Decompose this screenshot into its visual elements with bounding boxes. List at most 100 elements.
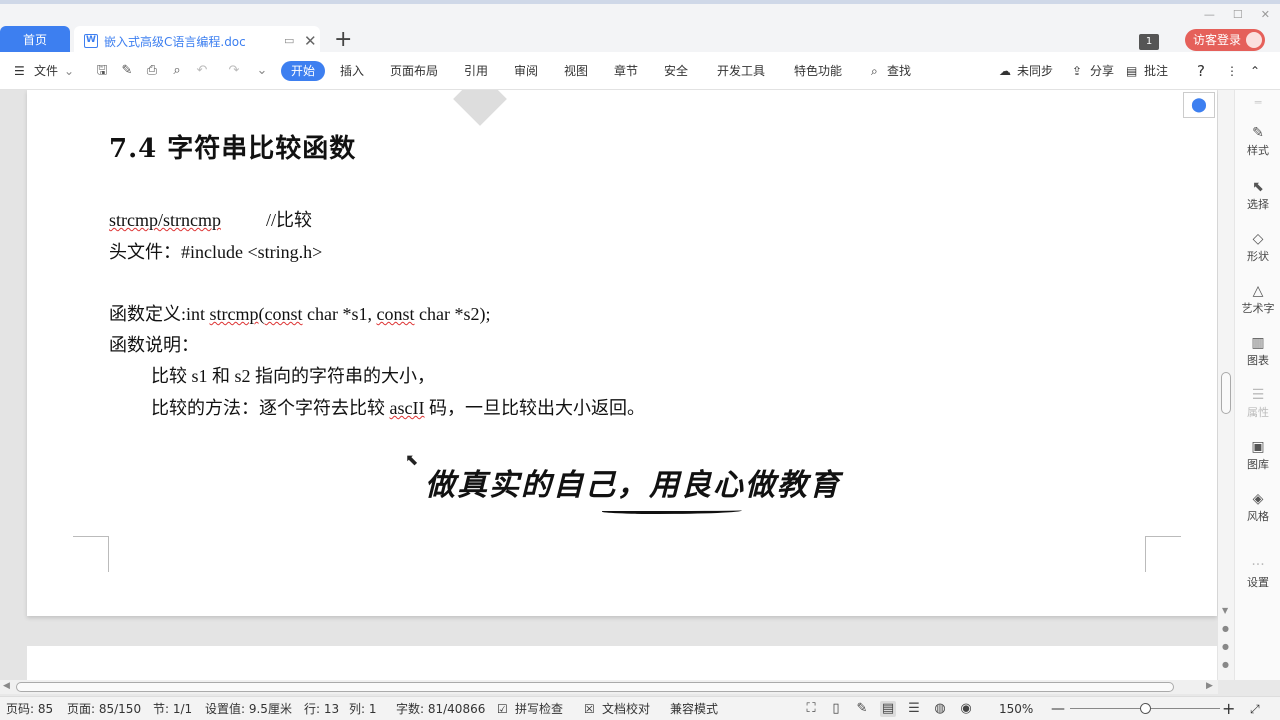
document-canvas[interactable]: 7.4 字符串比较函数 strcmp/strncmp //比较 头文件：#inc… xyxy=(0,90,1218,680)
pin-icon[interactable]: ▭ xyxy=(284,34,298,48)
undo-icon[interactable]: ↶ xyxy=(194,63,210,79)
next-page[interactable] xyxy=(27,646,1217,680)
guest-login-button[interactable]: 访客登录 xyxy=(1185,29,1265,51)
status-bar: 页码: 85 页面: 85/150 节: 1/1 设置值: 9.5厘米 行: 1… xyxy=(0,696,1280,720)
tab-insert[interactable]: 插入 xyxy=(340,52,364,90)
panel-shapes[interactable]: ◇ 形状 xyxy=(1235,230,1280,264)
cloud-sync-icon[interactable]: ☁ xyxy=(999,52,1011,90)
comment-icon[interactable]: ▤ xyxy=(1126,52,1137,90)
tab-chapter[interactable]: 章节 xyxy=(614,52,638,90)
redo-icon[interactable]: ↷ xyxy=(226,63,242,79)
window-count-badge[interactable]: 1 xyxy=(1139,34,1159,50)
share-button[interactable]: 分享 xyxy=(1090,52,1114,90)
status-column[interactable]: 列: 1 xyxy=(349,697,377,720)
status-page-code[interactable]: 页码: 85 xyxy=(6,697,53,720)
panel-collapse-icon[interactable]: ═ xyxy=(1235,96,1280,109)
zoom-in-icon[interactable]: + xyxy=(1222,697,1235,720)
find-button[interactable]: 查找 xyxy=(887,52,911,90)
status-page[interactable]: 页面: 85/150 xyxy=(67,697,141,720)
status-row[interactable]: 行: 13 xyxy=(304,697,339,720)
panel-select[interactable]: ⬉ 选择 xyxy=(1235,178,1280,212)
web-view-icon[interactable]: ◍ xyxy=(932,701,948,717)
panel-styles[interactable]: ✎ 样式 xyxy=(1235,124,1280,158)
share-icon[interactable]: ⇪ xyxy=(1072,52,1082,90)
fullscreen-icon[interactable]: ⛶ xyxy=(803,701,819,717)
help-icon[interactable]: ? xyxy=(1197,52,1205,90)
scroll-left-arrow-icon[interactable]: ◀ xyxy=(3,681,10,691)
status-compat-mode[interactable]: 兼容模式 xyxy=(670,697,718,720)
next-page-icon[interactable]: ● xyxy=(1222,660,1229,669)
panel-chart[interactable]: ▥ 图表 xyxy=(1235,334,1280,368)
more-tools-icon[interactable]: ⌄ xyxy=(254,63,270,79)
outline-view-icon[interactable]: ☰ xyxy=(906,701,922,717)
comment-button[interactable]: 批注 xyxy=(1144,52,1168,90)
status-setting-value[interactable]: 设置值: 9.5厘米 xyxy=(205,697,292,720)
maximize-icon[interactable]: ☐ xyxy=(1233,8,1243,21)
panel-gallery[interactable]: ▣ 图库 xyxy=(1235,438,1280,472)
tab-special-features[interactable]: 特色功能 xyxy=(794,52,842,90)
vertical-scrollbar[interactable]: ▼ ● ● ● xyxy=(1218,90,1234,680)
function-names: strcmp/strncmp xyxy=(109,210,221,230)
proofread-icon[interactable]: ☒ xyxy=(584,697,595,720)
page-view-icon[interactable]: ▤ xyxy=(880,701,896,717)
properties-icon: ☰ xyxy=(1251,387,1265,403)
chevron-down-icon[interactable]: ⌄ xyxy=(64,52,74,90)
panel-settings[interactable]: ··· 设置 xyxy=(1235,556,1280,590)
more-options-icon[interactable]: ⋮ xyxy=(1226,52,1238,90)
horizontal-scrollbar[interactable]: ◀ ▶ xyxy=(0,680,1218,694)
status-word-count[interactable]: 字数: 81/40866 xyxy=(396,697,485,720)
new-tab-button[interactable]: + xyxy=(334,28,352,52)
spellcheck-icon[interactable]: ☑ xyxy=(497,697,508,720)
status-spellcheck[interactable]: 拼写检查 xyxy=(515,697,563,720)
location-pin-icon[interactable]: ⬤ xyxy=(1183,92,1215,118)
close-window-icon[interactable]: ✕ xyxy=(1261,8,1270,21)
tab-start[interactable]: 开始 xyxy=(281,61,325,81)
read-mode-icon[interactable]: ▯ xyxy=(828,701,844,717)
tab-references[interactable]: 引用 xyxy=(464,52,488,90)
status-proofread[interactable]: 文档校对 xyxy=(602,697,650,720)
page-margin-corner-right xyxy=(1145,536,1181,572)
prev-page-icon[interactable]: ● xyxy=(1222,624,1229,633)
scroll-right-arrow-icon[interactable]: ▶ xyxy=(1206,681,1213,691)
definition-const1: const xyxy=(264,304,303,324)
word-doc-icon: W xyxy=(84,34,98,48)
collapse-ribbon-icon[interactable]: ⌃ xyxy=(1250,52,1260,90)
document-page[interactable]: 7.4 字符串比较函数 strcmp/strncmp //比较 头文件：#inc… xyxy=(27,90,1217,616)
tab-developer[interactable]: 开发工具 xyxy=(717,52,765,90)
status-section[interactable]: 节: 1/1 xyxy=(153,697,192,720)
panel-wordart-label: 艺术字 xyxy=(1241,302,1275,315)
menu-icon[interactable]: ☰ xyxy=(14,52,25,90)
close-tab-icon[interactable]: ✕ xyxy=(304,34,317,49)
vertical-scroll-thumb[interactable] xyxy=(1221,372,1231,414)
tab-review[interactable]: 审阅 xyxy=(514,52,538,90)
panel-wordart[interactable]: △ 艺术字 xyxy=(1235,282,1280,316)
tab-home[interactable]: 首页 xyxy=(0,26,70,54)
horizontal-scroll-thumb[interactable] xyxy=(16,682,1174,692)
zoom-slider-knob[interactable] xyxy=(1140,703,1151,714)
shapes-icon: ◇ xyxy=(1252,231,1264,247)
fit-window-icon[interactable]: ⤢ xyxy=(1250,697,1260,720)
tab-view[interactable]: 视图 xyxy=(564,52,588,90)
tab-security[interactable]: 安全 xyxy=(664,52,688,90)
format-painter-icon[interactable]: ✎ xyxy=(119,63,135,79)
write-mode-icon[interactable]: ✎ xyxy=(854,701,870,717)
save-icon[interactable]: 🖫 xyxy=(94,63,110,79)
search-icon[interactable]: ⌕ xyxy=(871,52,878,90)
select-browse-icon[interactable]: ● xyxy=(1222,642,1229,651)
zoom-level[interactable]: 150% xyxy=(999,697,1033,720)
minimize-icon[interactable]: — xyxy=(1204,8,1215,21)
print-icon[interactable]: ⎙ xyxy=(144,63,160,79)
zoom-out-icon[interactable]: — xyxy=(1051,697,1065,720)
panel-properties[interactable]: ☰ 属性 xyxy=(1235,386,1280,420)
eye-protection-icon[interactable]: ◉ xyxy=(958,701,974,717)
scroll-down-arrow-icon[interactable]: ▼ xyxy=(1222,606,1228,615)
print-preview-icon[interactable]: ⌕ xyxy=(169,63,185,79)
tab-page-layout[interactable]: 页面布局 xyxy=(390,52,438,90)
text-line-definition: 函数定义:int strcmp(const char *s1, const ch… xyxy=(109,300,490,326)
panel-properties-label: 属性 xyxy=(1247,406,1269,419)
panel-style[interactable]: ◈ 风格 xyxy=(1235,490,1280,524)
sync-status[interactable]: 未同步 xyxy=(1017,52,1053,90)
wordart-icon: △ xyxy=(1252,283,1264,299)
definition-prefix: 函数定义:int xyxy=(109,304,210,324)
file-menu[interactable]: 文件 xyxy=(34,52,58,90)
